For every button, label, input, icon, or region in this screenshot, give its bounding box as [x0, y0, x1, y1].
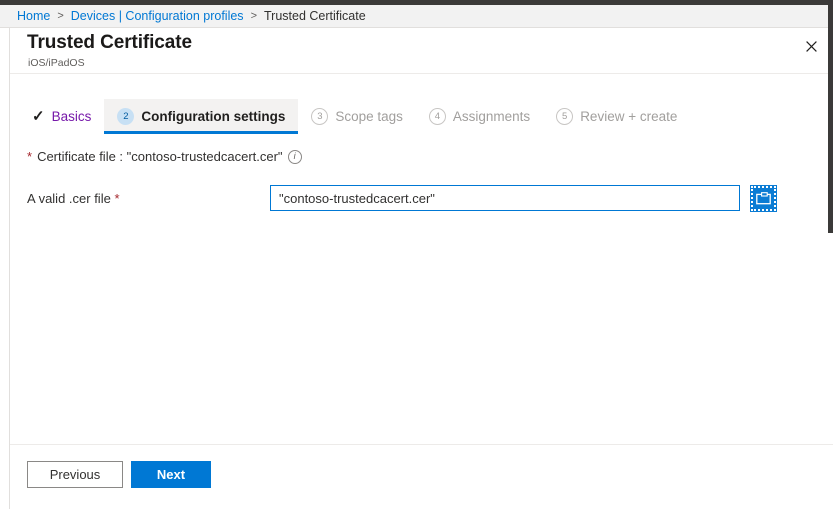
page-scrollbar[interactable]	[828, 5, 833, 233]
certificate-file-status: * Certificate file : "contoso-trustedcac…	[27, 149, 833, 164]
tab-step-badge-2: 2	[117, 108, 135, 125]
configuration-settings-form: * Certificate file : "contoso-trustedcac…	[10, 134, 833, 212]
tab-scope-tags-label: Scope tags	[335, 109, 403, 124]
page-subtitle: iOS/iPadOS	[28, 57, 85, 69]
browse-file-button[interactable]	[750, 184, 777, 212]
wizard-tabs: ✓ Basics 2 Configuration settings 3 Scop…	[10, 99, 833, 134]
tab-step-badge-3: 3	[311, 108, 329, 125]
required-asterisk: *	[114, 190, 120, 206]
cer-file-label-text: A valid .cer file	[27, 190, 111, 206]
check-icon: ✓	[32, 108, 45, 125]
close-icon	[805, 40, 817, 52]
tab-review-create[interactable]: 5 Review + create	[543, 99, 690, 134]
tab-basics[interactable]: ✓ Basics	[27, 99, 104, 134]
required-asterisk: *	[27, 149, 33, 164]
info-icon[interactable]: i	[287, 149, 302, 164]
previous-button[interactable]: Previous	[27, 461, 123, 488]
breadcrumb-item-trusted-certificate: Trusted Certificate	[264, 9, 366, 23]
blade-header: Trusted Certificate iOS/iPadOS	[10, 28, 833, 74]
tab-assignments[interactable]: 4 Assignments	[416, 99, 543, 134]
blade-panel: Trusted Certificate iOS/iPadOS ✓ Basics …	[9, 28, 833, 509]
folder-browse-icon	[756, 191, 771, 204]
tab-step-badge-5: 5	[556, 108, 574, 125]
cer-file-input[interactable]	[270, 185, 740, 211]
cer-file-field-row: A valid .cer file *	[27, 184, 833, 212]
breadcrumb: Home > Devices | Configuration profiles …	[0, 5, 833, 28]
footer-divider	[10, 444, 833, 445]
breadcrumb-item-home[interactable]: Home	[17, 9, 50, 23]
tab-scope-tags[interactable]: 3 Scope tags	[298, 99, 416, 134]
breadcrumb-separator: >	[250, 10, 257, 22]
breadcrumb-item-devices-configuration-profiles[interactable]: Devices | Configuration profiles	[71, 9, 244, 23]
tab-step-badge-4: 4	[428, 108, 446, 125]
close-button[interactable]	[793, 28, 829, 64]
breadcrumb-separator: >	[57, 10, 64, 22]
tab-configuration-settings-label: Configuration settings	[141, 109, 286, 124]
wizard-footer: Previous Next	[27, 461, 211, 488]
cer-file-label: A valid .cer file *	[27, 191, 270, 206]
tab-review-create-label: Review + create	[580, 109, 678, 124]
next-button[interactable]: Next	[131, 461, 211, 488]
tab-basics-label: Basics	[51, 109, 92, 124]
tab-configuration-settings[interactable]: 2 Configuration settings	[104, 99, 299, 134]
tab-assignments-label: Assignments	[452, 109, 531, 124]
page-title: Trusted Certificate	[27, 32, 192, 53]
certificate-file-text: Certificate file : "contoso-trustedcacer…	[37, 149, 283, 164]
